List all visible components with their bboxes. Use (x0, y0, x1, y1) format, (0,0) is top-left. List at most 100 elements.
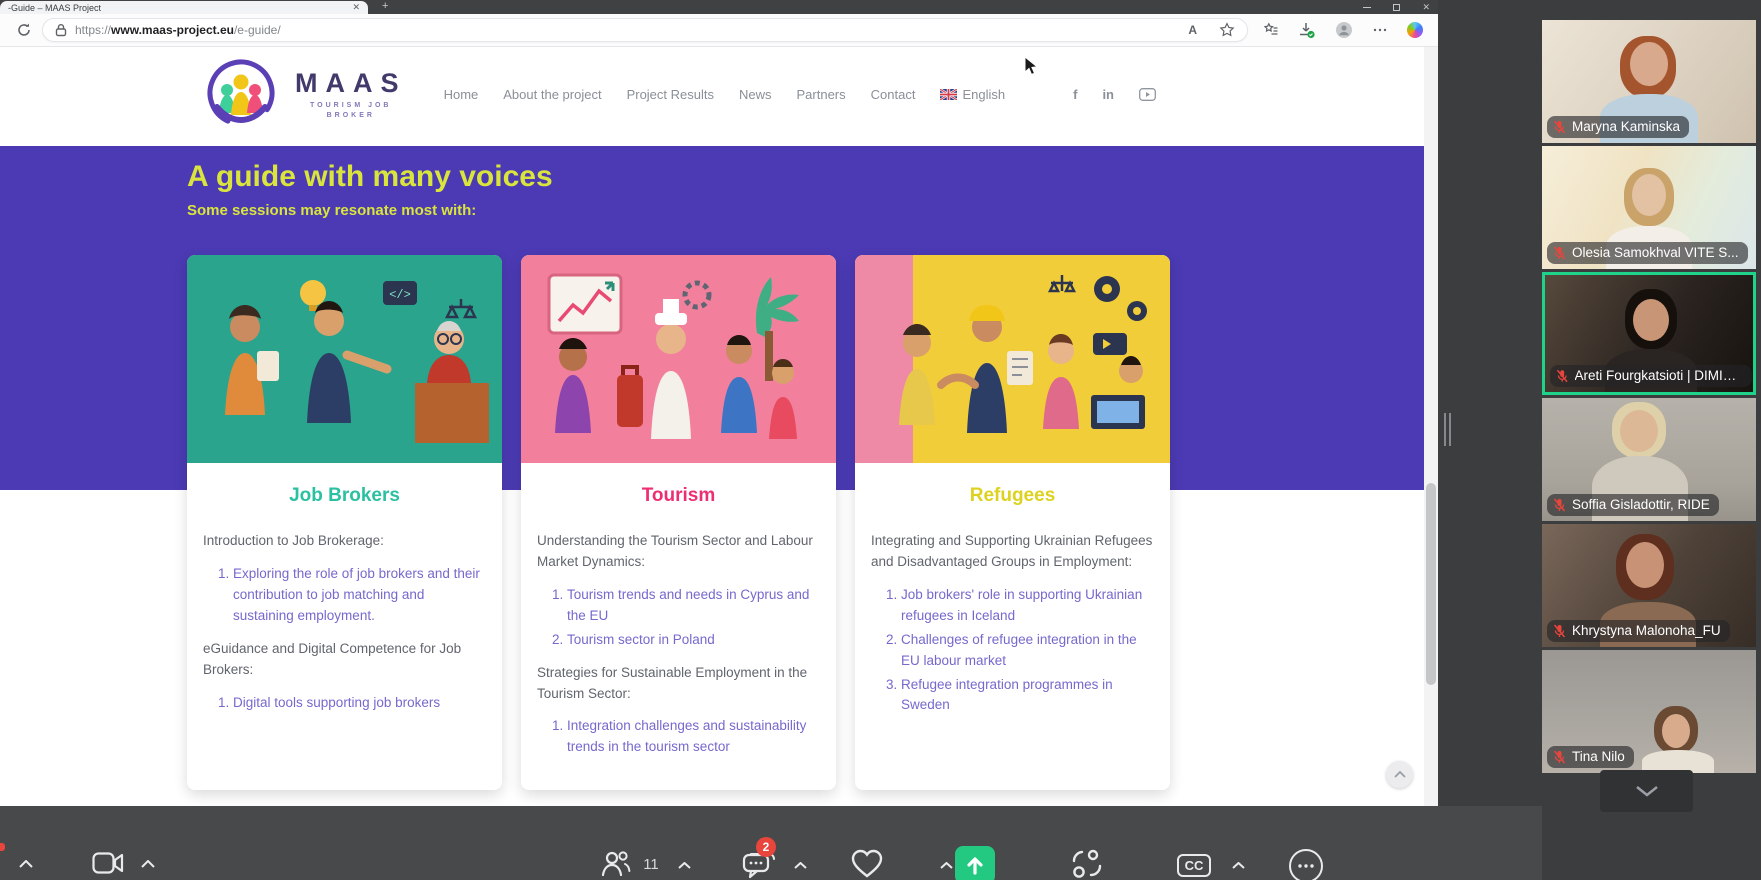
copilot-icon[interactable] (1407, 22, 1423, 38)
card-body: Understanding the Tourism Sector and Lab… (521, 513, 836, 790)
reactions-button[interactable] (846, 846, 888, 880)
shared-browser-window: -Guide – MAAS Project ✕ + ✕ https://www.… (0, 0, 1438, 806)
card-body: Integrating and Supporting Ukrainian Ref… (855, 513, 1170, 748)
participant-name-label: Maryna Kaminska (1547, 116, 1689, 138)
chevron-up-icon (1232, 862, 1245, 869)
sidebar-gap (1438, 0, 1542, 880)
chat-unread-badge: 2 (756, 837, 776, 857)
window-maximize-button[interactable] (1393, 4, 1400, 11)
chevron-up-icon (794, 862, 807, 869)
address-bar[interactable]: https://www.maas-project.eu/e-guide/ A (42, 18, 1248, 42)
session-link[interactable]: Integration challenges and sustainabilit… (567, 716, 820, 758)
chevron-up-icon (678, 862, 691, 869)
reload-icon[interactable] (16, 22, 32, 38)
lock-icon (55, 23, 67, 37)
nav-partners[interactable]: Partners (797, 87, 846, 102)
read-aloud-icon[interactable]: A (1188, 23, 1197, 37)
scrollbar-thumb[interactable] (1426, 483, 1436, 685)
nav-project-results[interactable]: Project Results (627, 87, 714, 102)
camera-button[interactable] (88, 846, 128, 880)
captions-chevron[interactable] (1226, 856, 1250, 874)
site-nav: Home About the project Project Results N… (444, 87, 1156, 102)
profile-icon[interactable] (1335, 21, 1353, 39)
download-icon[interactable] (1298, 22, 1316, 39)
session-link[interactable]: Exploring the role of job brokers and th… (233, 564, 486, 627)
participant-tile[interactable]: Olesia Samokhval VITE S... (1542, 146, 1756, 269)
mic-muted-icon (1553, 750, 1566, 764)
mic-muted-icon (1556, 369, 1569, 383)
tab-close-icon[interactable]: ✕ (352, 3, 360, 12)
mic-muted-icon (1553, 498, 1566, 512)
ellipsis-icon (1298, 864, 1314, 868)
apps-button[interactable] (1066, 846, 1108, 880)
chevron-up-icon (19, 860, 33, 868)
session-link[interactable]: Refugee integration programmes in Sweden (901, 675, 1154, 717)
session-link[interactable]: Tourism sector in Poland (567, 630, 820, 651)
job-brokers-illustration: </> (187, 255, 502, 463)
card-title[interactable]: Tourism (521, 485, 836, 507)
participant-tile[interactable]: Tina Nilo (1542, 650, 1756, 773)
session-link[interactable]: Digital tools supporting job brokers (233, 693, 486, 714)
card-title[interactable]: Refugees (855, 485, 1170, 507)
meeting-toolbar: 11 2 (0, 806, 1542, 880)
participants-count: 11 (638, 854, 664, 874)
session-link[interactable]: Tourism trends and needs in Cyprus and t… (567, 585, 820, 627)
participant-name-label: Soffia Gisladottir, RIDE (1547, 494, 1719, 516)
section-heading: Introduction to Job Brokerage: (203, 531, 486, 552)
session-link[interactable]: Job brokers' role in supporting Ukrainia… (901, 585, 1154, 627)
page-title: A guide with many voices (187, 160, 553, 194)
uk-flag-icon (940, 89, 957, 100)
nav-home[interactable]: Home (444, 87, 479, 102)
browser-scrollbar[interactable] (1424, 47, 1438, 806)
new-tab-button[interactable]: + (382, 1, 388, 14)
section-heading: Understanding the Tourism Sector and Lab… (537, 531, 820, 573)
window-minimize-button[interactable] (1363, 7, 1371, 8)
participants-chevron[interactable] (672, 856, 696, 874)
maas-logo-icon (205, 57, 277, 129)
nav-about[interactable]: About the project (503, 87, 601, 102)
card-title[interactable]: Job Brokers (187, 485, 502, 507)
browser-more-icon[interactable] (1372, 22, 1388, 38)
scroll-to-top-button[interactable] (1386, 761, 1413, 788)
card-refugees[interactable]: Refugees Integrating and Supporting Ukra… (855, 255, 1170, 790)
card-tourism[interactable]: Tourism Understanding the Tourism Sector… (521, 255, 836, 790)
apps-icon (1071, 849, 1103, 879)
browser-viewport: MAAS TOURISM JOB BROKER Home About the p… (0, 47, 1424, 806)
chat-button[interactable]: 2 (738, 846, 780, 880)
language-selector[interactable]: English (940, 87, 1005, 102)
participant-tile[interactable]: Soffia Gisladottir, RIDE (1542, 398, 1756, 521)
collections-icon[interactable] (1262, 22, 1279, 38)
more-participants-button[interactable] (1600, 770, 1693, 812)
participants-button[interactable] (596, 846, 636, 880)
browser-tab[interactable]: -Guide – MAAS Project ✕ (0, 1, 368, 14)
chat-chevron[interactable] (788, 856, 812, 874)
browser-tab-strip: -Guide – MAAS Project ✕ + ✕ (0, 0, 1438, 14)
cc-label: CC (1177, 854, 1212, 877)
tourism-illustration (521, 255, 836, 463)
logo-subtitle-1: TOURISM JOB (295, 102, 407, 109)
heart-icon (850, 849, 884, 879)
facebook-icon[interactable]: f (1073, 87, 1077, 102)
camera-icon (92, 852, 124, 874)
video-options-chevron[interactable] (136, 854, 160, 874)
participant-tile-active-speaker[interactable]: Areti Fourgkatsioti | DIMITRA (1542, 272, 1756, 395)
chevron-up-icon (141, 860, 155, 868)
audio-options-chevron[interactable] (14, 854, 38, 874)
nav-news[interactable]: News (739, 87, 772, 102)
participants-panel: Maryna Kaminska Olesia Samokhval VITE S.… (1542, 0, 1761, 880)
favorite-star-icon[interactable] (1219, 22, 1235, 38)
youtube-icon[interactable] (1139, 88, 1156, 101)
more-options-button[interactable] (1286, 848, 1326, 880)
share-screen-button[interactable] (952, 844, 998, 880)
site-logo[interactable]: MAAS TOURISM JOB BROKER (205, 57, 407, 129)
participant-tile[interactable]: Maryna Kaminska (1542, 20, 1756, 143)
card-job-brokers[interactable]: </> Job Brokers (187, 255, 502, 790)
linkedin-icon[interactable]: in (1102, 87, 1114, 102)
session-link[interactable]: Challenges of refugee integration in the… (901, 630, 1154, 672)
url-text[interactable]: https://www.maas-project.eu/e-guide/ (75, 23, 281, 37)
sidebar-resize-handle[interactable] (1444, 413, 1451, 446)
window-close-button[interactable]: ✕ (1422, 3, 1430, 12)
nav-contact[interactable]: Contact (871, 87, 916, 102)
participant-tile[interactable]: Khrystyna Malonoha_FU (1542, 524, 1756, 647)
captions-button[interactable]: CC (1172, 850, 1216, 880)
